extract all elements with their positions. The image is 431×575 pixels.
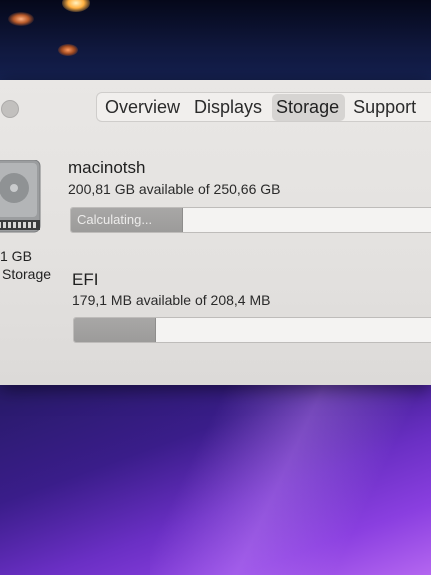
tab-overview[interactable]: Overview <box>101 94 186 121</box>
window-close-button[interactable] <box>1 100 19 118</box>
volume-name: macinotsh <box>68 158 146 177</box>
volume-availability: 179,1 MB available of 208,4 MB <box>72 292 271 308</box>
light-glare <box>58 44 78 56</box>
volume-availability: 200,81 GB available of 250,66 GB <box>68 181 281 197</box>
disk-capacity-label: 1 GB <box>0 248 32 264</box>
hard-drive-icon <box>0 160 41 233</box>
storage-usage-fill <box>74 318 157 342</box>
storage-usage-bar <box>73 317 431 343</box>
storage-usage-bar: Calculating... <box>70 207 431 233</box>
tab-displays[interactable]: Displays <box>190 94 268 121</box>
calculating-text: Calculating... <box>77 212 153 227</box>
wallpaper-streak <box>150 380 431 575</box>
light-glare <box>8 12 34 26</box>
about-this-mac-window: Overview Displays Storage Support 1 GB S… <box>0 80 431 385</box>
tab-bar: Overview Displays Storage Support <box>96 92 431 122</box>
tab-support[interactable]: Support <box>349 94 422 121</box>
disk-storage-label: Storage <box>2 266 52 282</box>
tab-storage[interactable]: Storage <box>272 93 346 121</box>
volume-name: EFI <box>72 270 99 289</box>
